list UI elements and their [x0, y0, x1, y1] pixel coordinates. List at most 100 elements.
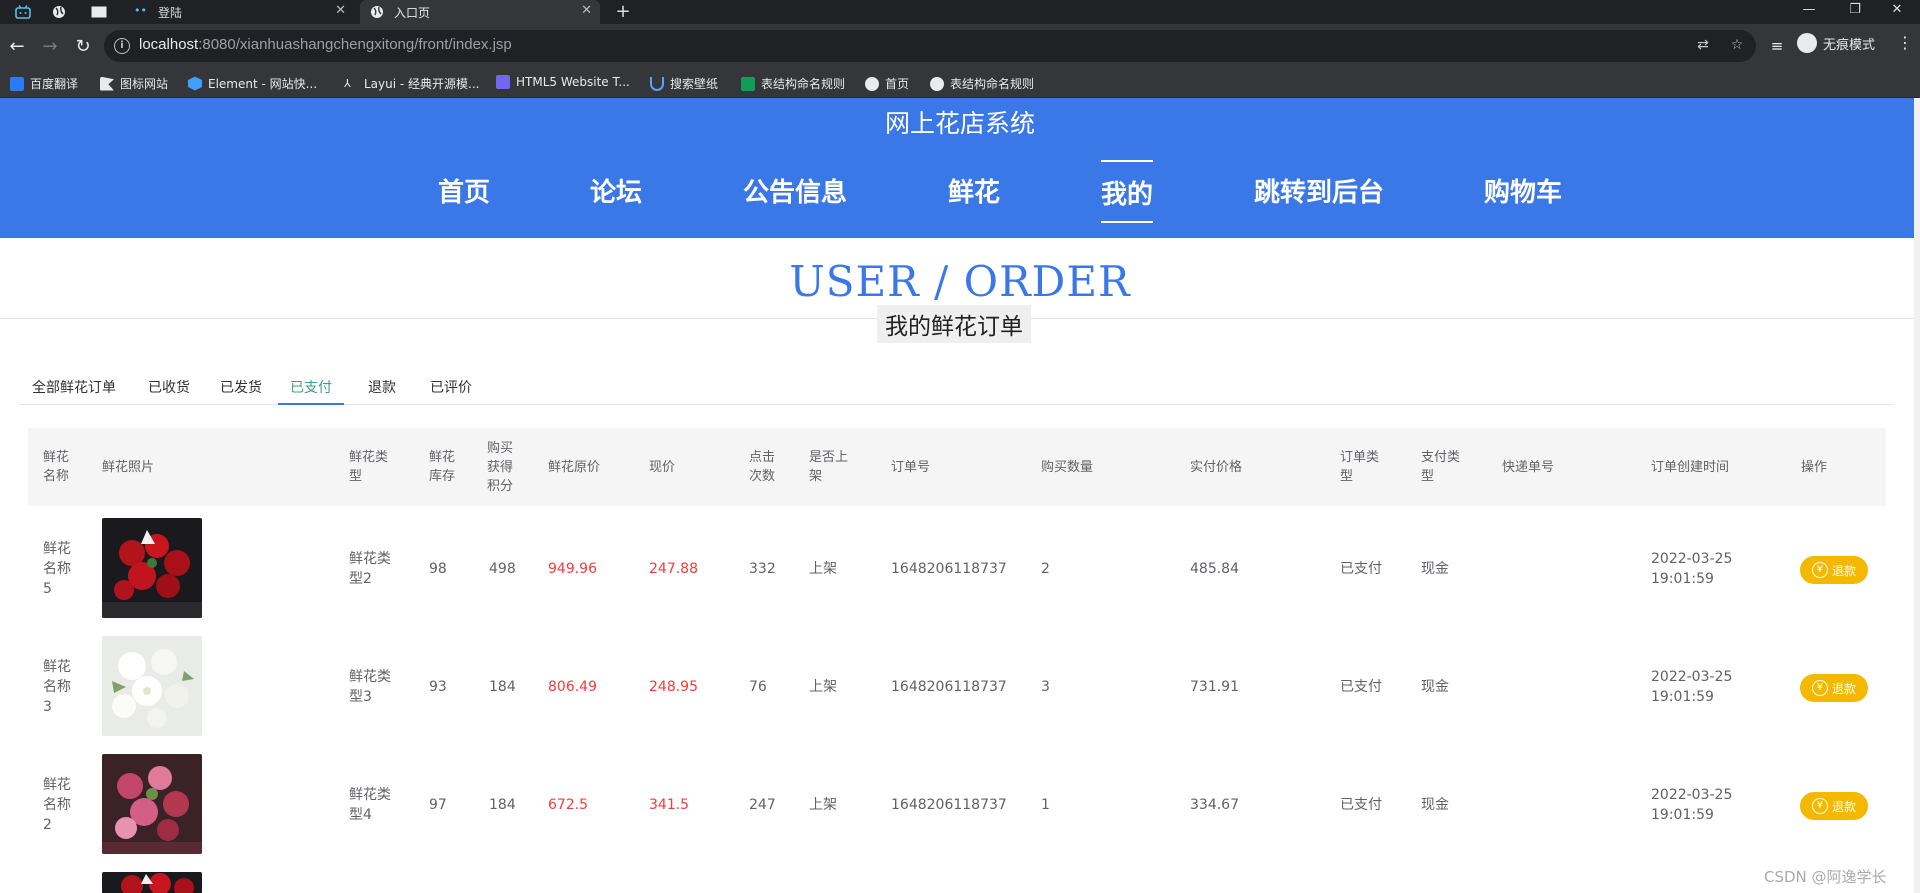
reading-list-icon[interactable]: ≡ [1766, 35, 1788, 57]
nav-forum[interactable]: 论坛 [590, 172, 642, 209]
col-action: 操作 [1801, 459, 1828, 475]
tab-refund[interactable]: 退款 [356, 371, 408, 405]
col-points: 购买 获得 积分 [487, 440, 514, 494]
restore-icon[interactable]: ❐ [1832, 2, 1878, 17]
cell-pay-type: 现金 [1421, 797, 1449, 813]
cell-paid: 485.84 [1190, 561, 1239, 577]
refund-button[interactable]: ¥ 退款 [1800, 674, 1868, 702]
order-tabs: 全部鲜花订单 已收货 已发货 已支付 退款 已评价 [20, 371, 1894, 405]
sheet-icon [741, 76, 755, 91]
cell-clicks: 247 [749, 797, 776, 813]
bookmark-table-rules-2[interactable]: 表结构命名规则 [930, 75, 1034, 92]
scrollbar[interactable] [1914, 98, 1920, 893]
url-text[interactable]: localhost:8080/xianhuashangchengxitong/f… [139, 36, 512, 53]
omnibox[interactable]: i localhost:8080/xianhuashangchengxitong… [104, 30, 1756, 62]
col-paid: 实付价格 [1190, 459, 1243, 475]
window-close-icon[interactable]: ✕ [1874, 2, 1920, 17]
cell-type: 鲜花类 型3 [349, 669, 391, 705]
flower-photo[interactable] [102, 518, 202, 618]
menu-icon[interactable]: ⋮ [1897, 33, 1913, 52]
cell-price: 247.88 [649, 561, 698, 577]
watermark: CSDN @阿逸学长 [1764, 868, 1887, 886]
close-icon[interactable]: ✕ [581, 3, 592, 18]
tab-all-orders[interactable]: 全部鲜花订单 [20, 371, 128, 405]
translate-icon[interactable]: ⇄ [1694, 37, 1712, 55]
nav-home[interactable]: 首页 [438, 172, 490, 209]
star-icon[interactable]: ☆ [1728, 37, 1746, 55]
cell-order-no: 1648206118737 [891, 561, 1007, 577]
bookmark-label: 百度翻译 [30, 77, 79, 91]
cell-orig-price: 672.5 [548, 797, 589, 813]
tab-received[interactable]: 已收货 [136, 371, 202, 405]
tab-shipped[interactable]: 已发货 [208, 371, 274, 405]
cell-paid: 731.91 [1190, 679, 1239, 695]
cell-points: 184 [489, 679, 516, 695]
cell-stock: 93 [429, 679, 447, 695]
refund-button[interactable]: ¥ 退款 [1800, 792, 1868, 820]
nav-admin[interactable]: 跳转到后台 [1254, 172, 1384, 209]
bookmark-layui[interactable]: ⅄ Layui - 经典开源模... [344, 75, 479, 92]
cell-created: 2022-03-25 19:01:59 [1651, 669, 1733, 705]
nav-flowers[interactable]: 鲜花 [948, 172, 1000, 209]
refund-label: 退款 [1831, 799, 1856, 814]
bookmark-wallpaper[interactable]: 搜索壁纸 [650, 75, 718, 92]
nav-announcements[interactable]: 公告信息 [743, 172, 847, 209]
reload-icon[interactable]: ↻ [72, 35, 94, 57]
globe-icon[interactable] [50, 3, 68, 21]
col-photo: 鲜花照片 [102, 459, 155, 475]
table-row: 鲜花 名称 5 鲜花类 型2 98 498 949.96 247.88 332 … [28, 510, 1886, 628]
tab-entry[interactable]: 入口页 ✕ [360, 0, 600, 24]
yen-icon: ¥ [1811, 798, 1828, 814]
page-icon[interactable] [90, 3, 108, 21]
tab-login[interactable]: •• 登陆 ✕ [124, 0, 354, 24]
tab-reviewed[interactable]: 已评价 [418, 371, 484, 405]
nav-mine[interactable]: 我的 [1101, 160, 1154, 223]
bookmark-home[interactable]: 首页 [865, 75, 909, 92]
table-row: 鲜花 名称 3 鲜花类 型3 93 184 806.49 248.95 76 上… [28, 628, 1886, 746]
globe-icon [370, 5, 384, 19]
flower-photo[interactable] [102, 636, 202, 736]
cell-price: 248.95 [649, 679, 698, 695]
cell-points: 498 [489, 561, 516, 577]
flower-photo[interactable] [102, 872, 202, 893]
cell-qty: 3 [1041, 679, 1050, 695]
bookmark-label: 首页 [885, 77, 910, 91]
back-icon[interactable]: ← [6, 35, 28, 57]
cell-created: 2022-03-25 19:01:59 [1651, 787, 1733, 823]
cell-shelf: 上架 [809, 679, 837, 695]
new-tab-icon[interactable]: + [612, 1, 634, 22]
cell-qty: 1 [1041, 797, 1050, 813]
cell-clicks: 76 [749, 679, 767, 695]
nav-cart[interactable]: 购物车 [1484, 172, 1562, 209]
html5-icon [496, 75, 510, 89]
incognito-label: 无痕模式 [1823, 37, 1876, 53]
cell-order-no: 1648206118737 [891, 797, 1007, 813]
bookmark-baidu-translate[interactable]: 百度翻译 [10, 75, 78, 92]
minimize-icon[interactable]: — [1786, 2, 1832, 17]
forward-icon[interactable]: → [39, 35, 61, 57]
wallpaper-icon [650, 76, 664, 91]
col-express: 快递单号 [1502, 459, 1555, 475]
col-shelf: 是否上 架 [809, 450, 849, 484]
globe-icon [865, 76, 879, 91]
flower-photo[interactable] [102, 754, 202, 854]
bookmark-element[interactable]: Element - 网站快... [188, 75, 317, 92]
cell-clicks: 332 [749, 561, 776, 577]
info-icon[interactable]: i [114, 38, 130, 54]
refund-label: 退款 [1831, 563, 1856, 578]
close-icon[interactable]: ✕ [335, 3, 346, 18]
bookmark-html5[interactable]: HTML5 Website T... [496, 75, 630, 89]
tab-paid[interactable]: 已支付 [278, 371, 344, 405]
cell-order-type: 已支付 [1340, 797, 1382, 813]
cell-name: 鲜花 名称 2 [43, 777, 71, 833]
bookmark-table-rules[interactable]: 表结构命名规则 [741, 75, 845, 92]
bookmark-label: 表结构命名规则 [761, 77, 846, 91]
bookmark-label: 表结构命名规则 [950, 77, 1035, 91]
bookmark-icon-site[interactable]: 图标网站 [100, 75, 168, 92]
element-icon [188, 76, 202, 91]
incognito-indicator[interactable]: 无痕模式 [1797, 33, 1875, 53]
cell-shelf: 上架 [809, 561, 837, 577]
bookmark-label: 搜索壁纸 [670, 77, 719, 91]
refund-button[interactable]: ¥ 退款 [1800, 556, 1868, 584]
bilibili-icon[interactable] [14, 3, 32, 21]
